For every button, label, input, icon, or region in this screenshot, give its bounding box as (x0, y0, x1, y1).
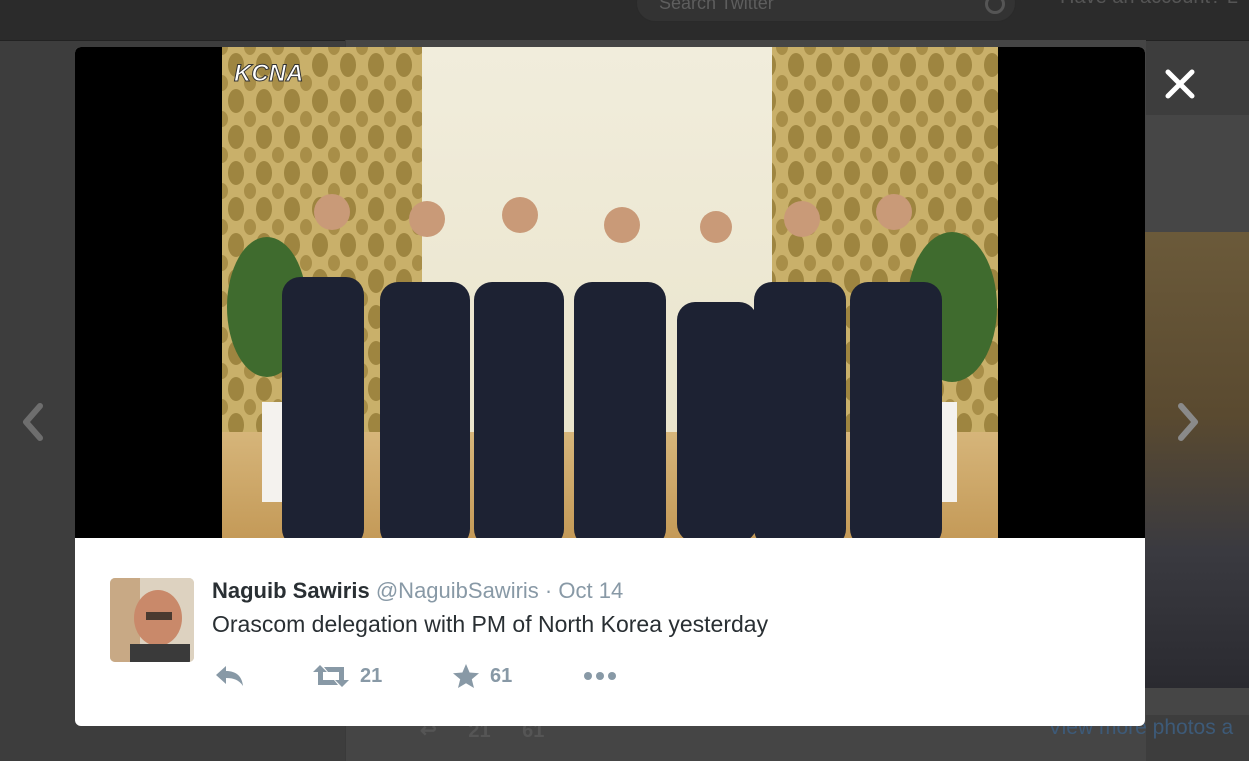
user-fullname[interactable]: Naguib Sawiris (212, 578, 370, 603)
chevron-left-icon (23, 403, 43, 441)
photo-watermark: KCNA (234, 60, 303, 87)
close-button[interactable] (1160, 64, 1200, 104)
avatar-image (110, 578, 194, 662)
reply-icon (216, 666, 243, 686)
retweet-icon (313, 665, 349, 687)
retweet-button[interactable]: 21 (312, 661, 382, 691)
background-account-prompt: Have an account? L (1060, 0, 1238, 9)
tweet-timestamp[interactable]: Oct 14 (558, 578, 623, 603)
tweet-details: Naguib Sawiris @NaguibSawiris · Oct 14 O… (75, 538, 1145, 726)
search-icon (985, 0, 1005, 14)
background-search-placeholder: Search Twitter (659, 0, 774, 13)
favorite-button[interactable]: 61 (452, 661, 512, 691)
tweet-text: Orascom delegation with PM of North Kore… (212, 611, 769, 637)
header-separator: · (544, 578, 553, 603)
close-icon (1165, 69, 1195, 99)
background-search-input: Search Twitter (636, 0, 1016, 22)
background-top-bar: Search Twitter Have an account? L (0, 0, 1249, 41)
media-modal: KCNA Naguib Sawiris @NaguibSawiris · Oct… (75, 47, 1145, 726)
reply-button[interactable] (212, 661, 246, 691)
more-button[interactable] (582, 661, 618, 691)
group-photo-image: KCNA (222, 47, 998, 538)
tweet-photo[interactable]: KCNA (222, 47, 998, 538)
background-next-photo (1145, 232, 1249, 688)
previous-media-button[interactable] (18, 400, 48, 444)
next-media-button[interactable] (1173, 400, 1203, 444)
favorite-count: 61 (490, 664, 513, 687)
media-container: KCNA (75, 47, 1145, 538)
retweet-count: 21 (360, 664, 383, 687)
user-handle[interactable]: @NaguibSawiris (376, 578, 539, 603)
chevron-right-icon (1178, 403, 1198, 441)
star-icon (453, 664, 479, 688)
avatar[interactable] (110, 578, 194, 662)
more-dots-icon (584, 672, 616, 680)
tweet-header: Naguib Sawiris @NaguibSawiris · Oct 14 (212, 578, 623, 604)
